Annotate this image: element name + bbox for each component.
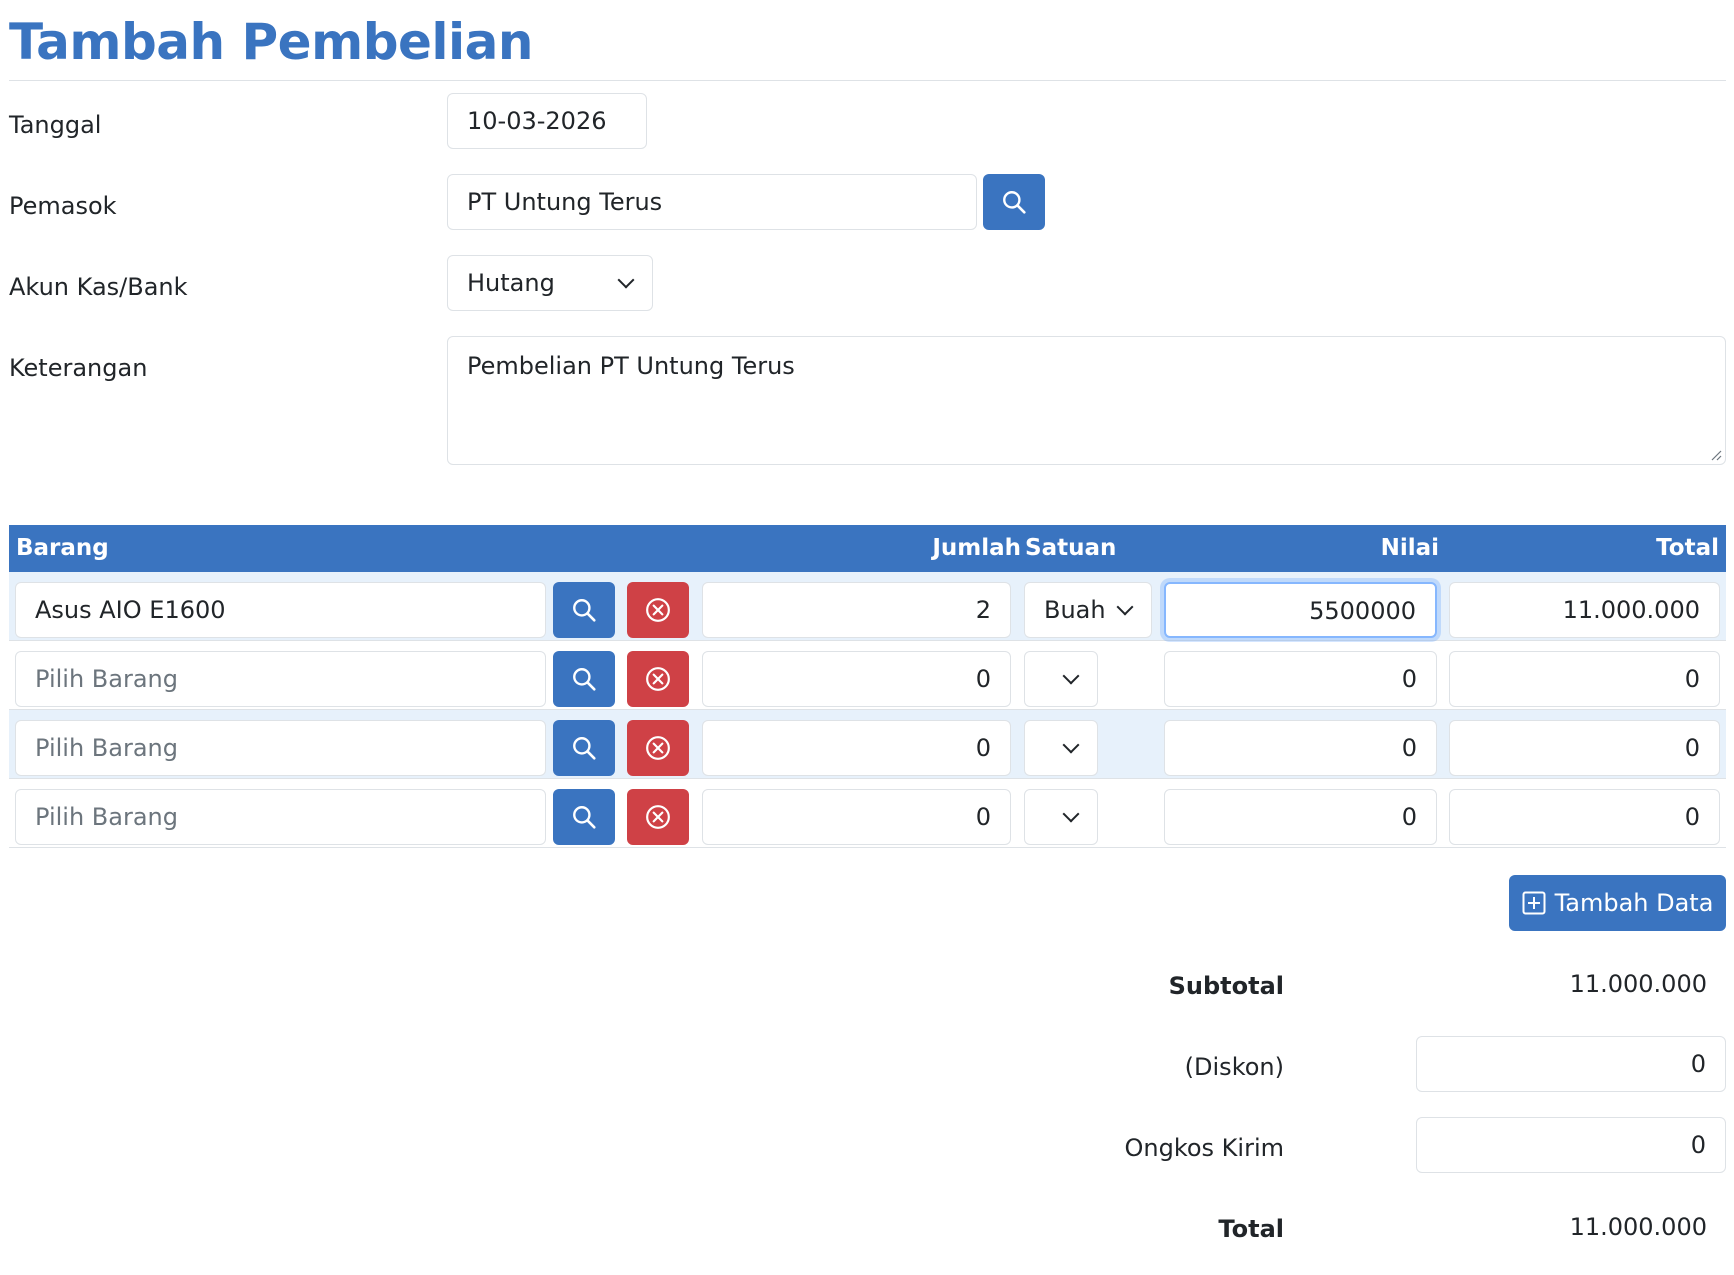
- add-row-label: Tambah Data: [1554, 889, 1714, 917]
- title-divider: [9, 80, 1726, 81]
- row2-total-field: 0: [1449, 651, 1720, 707]
- ongkir-input[interactable]: 0: [1416, 1117, 1726, 1173]
- search-icon: [573, 599, 596, 622]
- row1-total-field: 11.000.000: [1449, 582, 1720, 638]
- search-icon: [1003, 191, 1026, 214]
- total-value: 11.000.000: [1569, 1213, 1707, 1241]
- ongkir-label: Ongkos Kirim: [1124, 1134, 1284, 1162]
- th-total: Total: [1656, 535, 1719, 561]
- row2-satuan-select[interactable]: [1024, 651, 1098, 707]
- diskon-label: (Diskon): [1184, 1053, 1284, 1081]
- row4-search-button[interactable]: [553, 789, 615, 845]
- row1-barang-input[interactable]: Asus AIO E1600: [15, 582, 546, 638]
- row4-jumlah-input[interactable]: 0: [702, 789, 1011, 845]
- row3-search-button[interactable]: [553, 720, 615, 776]
- row4-barang-input[interactable]: Pilih Barang: [15, 789, 546, 845]
- pemasok-input[interactable]: PT Untung Terus: [447, 174, 977, 230]
- chevron-down-icon: [1062, 736, 1080, 754]
- subtotal-label: Subtotal: [1168, 972, 1284, 1000]
- row4-satuan-select[interactable]: [1024, 789, 1098, 845]
- akun-label: Akun Kas/Bank: [9, 273, 188, 301]
- akun-select[interactable]: Hutang: [447, 255, 653, 311]
- chevron-down-icon: [1062, 667, 1080, 685]
- items-table-header: Barang Jumlah Satuan Nilai Total: [9, 525, 1726, 572]
- chevron-down-icon: [1116, 598, 1134, 616]
- row3-satuan-select[interactable]: [1024, 720, 1098, 776]
- x-circle-icon: [646, 805, 670, 829]
- x-circle-icon: [646, 598, 670, 622]
- subtotal-value: 11.000.000: [1569, 970, 1707, 998]
- row1-search-button[interactable]: [553, 582, 615, 638]
- row3-nilai-input[interactable]: 0: [1164, 720, 1437, 776]
- add-row-button[interactable]: Tambah Data: [1509, 875, 1726, 931]
- akun-selected-value: Hutang: [467, 269, 555, 297]
- row2-search-button[interactable]: [553, 651, 615, 707]
- row2-barang-input[interactable]: Pilih Barang: [15, 651, 546, 707]
- th-satuan: Satuan: [1025, 535, 1117, 561]
- search-icon: [573, 737, 596, 760]
- x-circle-icon: [646, 736, 670, 760]
- row3-barang-input[interactable]: Pilih Barang: [15, 720, 546, 776]
- row2-jumlah-input[interactable]: 0: [702, 651, 1011, 707]
- total-label: Total: [1218, 1215, 1284, 1243]
- keterangan-textarea[interactable]: Pembelian PT Untung Terus: [447, 336, 1726, 465]
- keterangan-text: Pembelian PT Untung Terus: [467, 352, 795, 380]
- row4-total-field: 0: [1449, 789, 1720, 845]
- row2-remove-button[interactable]: [627, 651, 689, 707]
- tanggal-label: Tanggal: [9, 111, 102, 139]
- row1-satuan-select[interactable]: Buah: [1024, 582, 1152, 638]
- resize-grip-icon[interactable]: [1710, 449, 1722, 461]
- x-circle-icon: [646, 667, 670, 691]
- row1-satuan-value: Buah: [1044, 596, 1106, 624]
- th-nilai: Nilai: [1380, 535, 1439, 561]
- th-jumlah: Jumlah: [932, 535, 1021, 561]
- plus-square-icon: [1522, 891, 1546, 915]
- keterangan-label: Keterangan: [9, 354, 148, 382]
- row4-remove-button[interactable]: [627, 789, 689, 845]
- row4-nilai-input[interactable]: 0: [1164, 789, 1437, 845]
- search-icon: [573, 668, 596, 691]
- row1-remove-button[interactable]: [627, 582, 689, 638]
- page-title: Tambah Pembelian: [9, 13, 534, 71]
- chevron-down-icon: [617, 271, 635, 289]
- row1-nilai-input[interactable]: 5500000: [1164, 582, 1437, 638]
- chevron-down-icon: [1062, 805, 1080, 823]
- search-icon: [573, 806, 596, 829]
- row3-remove-button[interactable]: [627, 720, 689, 776]
- pemasok-label: Pemasok: [9, 192, 117, 220]
- pemasok-search-button[interactable]: [983, 174, 1045, 230]
- row2-nilai-input[interactable]: 0: [1164, 651, 1437, 707]
- th-barang: Barang: [16, 535, 109, 561]
- diskon-input[interactable]: 0: [1416, 1036, 1726, 1092]
- tanggal-input[interactable]: 10-03-2026: [447, 93, 647, 149]
- row3-total-field: 0: [1449, 720, 1720, 776]
- row1-jumlah-input[interactable]: 2: [702, 582, 1011, 638]
- row3-jumlah-input[interactable]: 0: [702, 720, 1011, 776]
